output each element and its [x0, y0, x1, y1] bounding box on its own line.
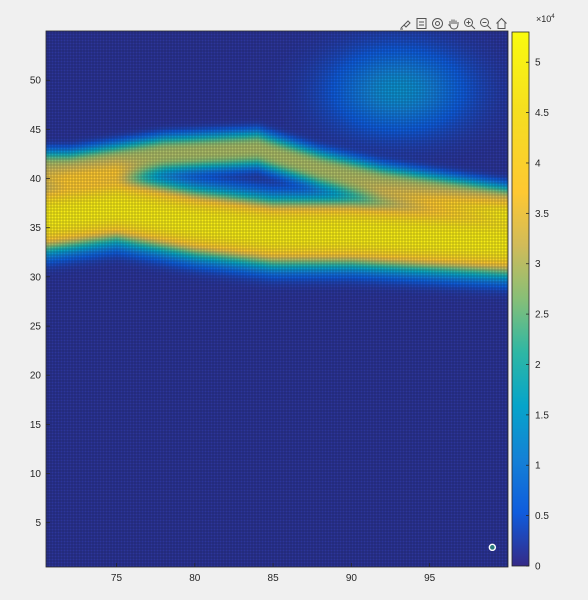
colorbar-tick-label: 1 [535, 461, 541, 472]
colorbar-tick-label: 5 [535, 58, 541, 69]
colorbar-tick-label: 2.5 [535, 310, 549, 321]
y-tick-label: 10 [30, 469, 42, 480]
grid-mesh-overlay [46, 31, 508, 567]
x-tick-label: 75 [111, 573, 123, 584]
y-tick-label: 20 [30, 371, 42, 382]
colorbar-tick-label: 0 [535, 562, 541, 573]
y-tick-label: 40 [30, 174, 42, 185]
y-tick-label: 5 [35, 518, 41, 529]
colorbar-tick-label: 4.5 [535, 108, 549, 119]
colorbar-tick-label: 4 [535, 158, 541, 169]
x-tick-label: 85 [268, 573, 280, 584]
figure-canvas: 75 80 85 90 95 5101520253035404550 00.511.52… [30, 30, 549, 584]
pan-icon[interactable] [446, 16, 461, 31]
zoom-out-icon[interactable] [478, 16, 493, 31]
heatmap-plot-area[interactable] [45, 30, 509, 568]
x-tick-label: 90 [346, 573, 358, 584]
y-tick-label: 30 [30, 272, 42, 283]
axes-toolbar [398, 15, 509, 32]
y-tick-label: 15 [30, 420, 42, 431]
colorbar-exponent-power: 4 [551, 14, 555, 20]
zoom-in-icon[interactable] [462, 16, 477, 31]
colorbar-gradient [511, 31, 530, 567]
colorbar-tick-label: 3 [535, 259, 541, 270]
y-tick-label: 35 [30, 223, 42, 234]
y-tick-label: 45 [30, 125, 42, 136]
y-tick-label: 50 [30, 76, 42, 87]
data-point-marker[interactable] [488, 543, 497, 552]
colorbar-exponent-base: ×10 [536, 14, 552, 24]
colorbar-exponent: ×104 [536, 14, 555, 24]
data-tips-icon[interactable] [414, 16, 429, 31]
x-tick-label: 95 [424, 573, 436, 584]
colorbar[interactable]: 0 0.5 1 1.5 2 2.5 3 3.5 4 4.5 5 [511, 31, 549, 573]
colorbar-ticks: 0 0.5 1 1.5 2 2.5 3 3.5 4 4.5 5 [526, 58, 549, 573]
colorbar-tick-label: 3.5 [535, 209, 549, 220]
colorbar-tick-label: 1.5 [535, 410, 549, 421]
colorbar-tick-label: 2 [535, 360, 541, 371]
x-tick-label: 80 [189, 573, 201, 584]
home-icon[interactable] [494, 16, 509, 31]
y-tick-label: 25 [30, 322, 42, 333]
brush-data-icon[interactable] [398, 16, 413, 31]
colorbar-tick-label: 0.5 [535, 511, 549, 522]
rotate-3d-icon[interactable] [430, 16, 445, 31]
